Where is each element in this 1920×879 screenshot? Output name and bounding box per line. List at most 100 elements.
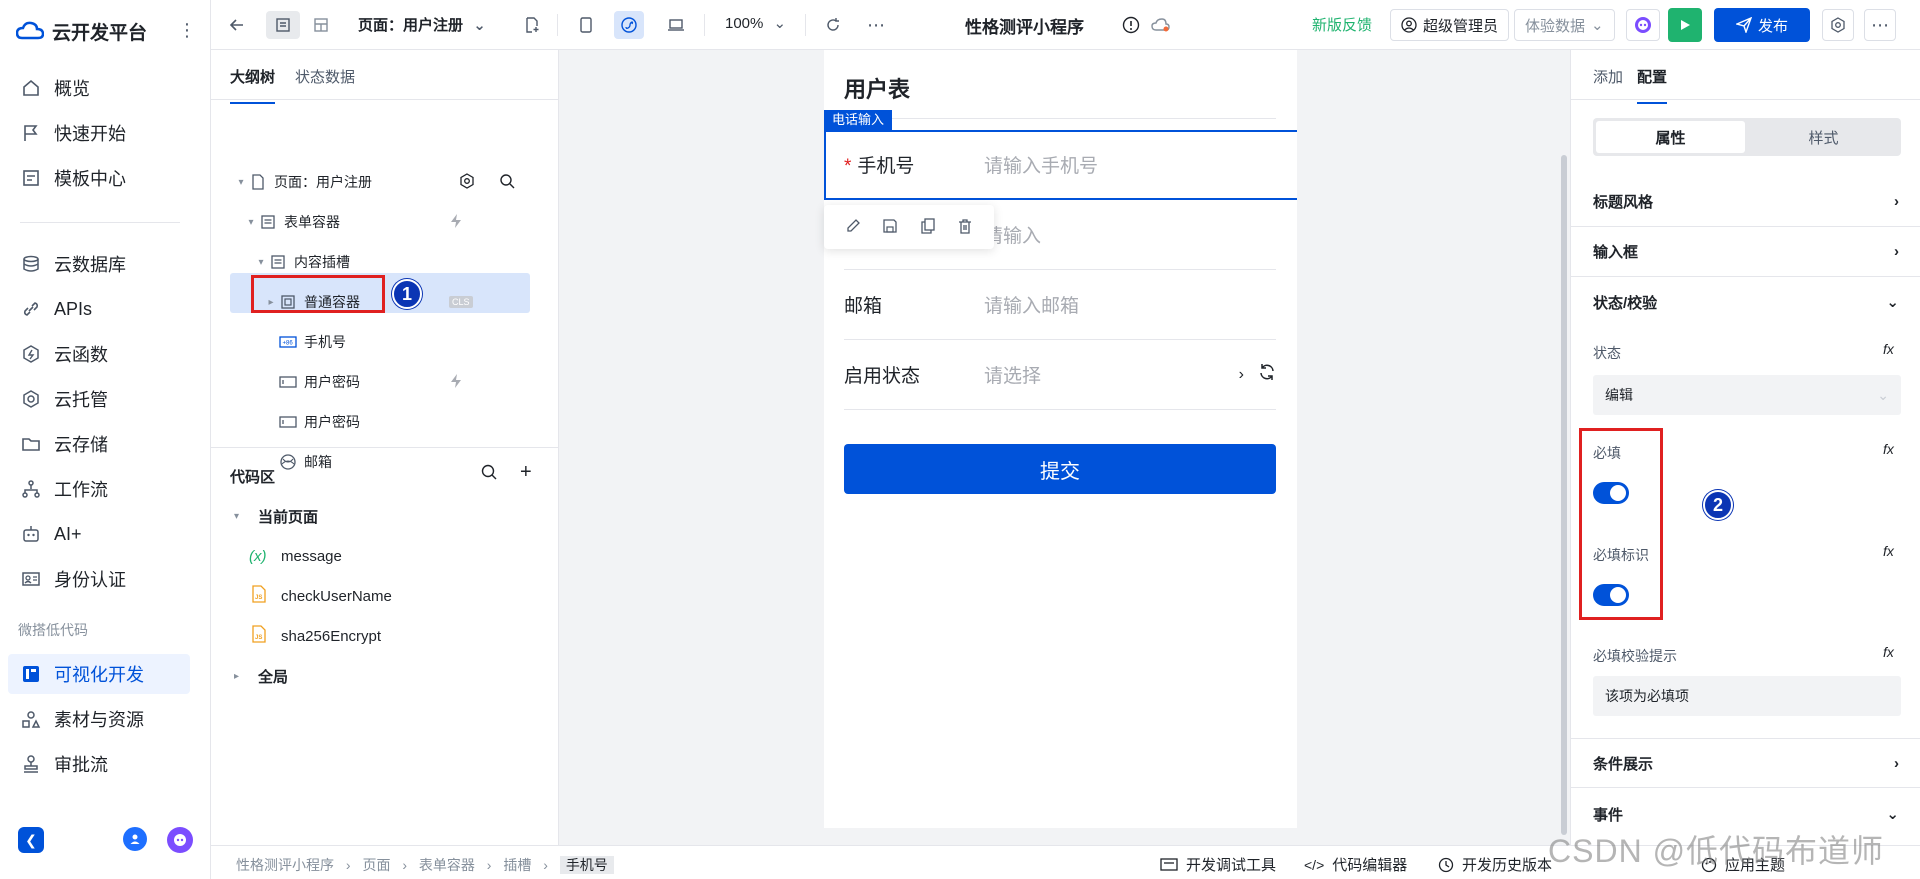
brand[interactable]: 云开发平台 bbox=[15, 16, 147, 46]
page-list-icon[interactable] bbox=[266, 11, 300, 39]
nav-item-database[interactable]: 云数据库 bbox=[8, 244, 190, 284]
tree-node-label: 页面：用户注册 bbox=[274, 174, 372, 190]
back-arrow-icon[interactable] bbox=[223, 11, 251, 39]
lightning-icon bbox=[449, 373, 463, 392]
tree-node-phone[interactable]: +86 手机号 bbox=[278, 323, 534, 361]
mobile-view-icon[interactable] bbox=[572, 11, 600, 39]
code-editor-button[interactable]: </> 代码编辑器 bbox=[1304, 854, 1407, 875]
miniprogram-view-icon[interactable] bbox=[614, 11, 644, 39]
search-icon[interactable] bbox=[499, 173, 515, 192]
submit-button[interactable]: 提交 bbox=[844, 444, 1276, 494]
nav-item-auth[interactable]: 身份认证 bbox=[8, 559, 190, 599]
zoom-select[interactable]: 100% ⌄ bbox=[725, 14, 786, 32]
section-input-box[interactable]: 输入框 › bbox=[1571, 227, 1920, 277]
fx-icon[interactable]: fx bbox=[1883, 644, 1894, 660]
more-vertical-icon[interactable]: ⋮ bbox=[178, 18, 196, 42]
data-mode-select[interactable]: 体验数据 ⌄ bbox=[1514, 9, 1615, 41]
save-icon[interactable] bbox=[882, 218, 898, 237]
section-title-style[interactable]: 标题风格 › bbox=[1571, 177, 1920, 227]
annotation-badge-1: 1 bbox=[392, 279, 422, 309]
refresh-icon[interactable] bbox=[1258, 363, 1276, 387]
tab-config[interactable]: 配置 bbox=[1637, 66, 1668, 104]
layout-icon[interactable] bbox=[304, 11, 338, 39]
nav-item-storage[interactable]: 云存储 bbox=[8, 424, 190, 464]
code-group-current-page[interactable]: ▾ 当前页面 bbox=[234, 498, 318, 534]
status-field[interactable]: 启用状态 请选择 › bbox=[844, 340, 1276, 410]
user-menu-button[interactable]: 超级管理员 bbox=[1390, 9, 1510, 41]
more-horizontal-icon[interactable]: ⋯ bbox=[862, 11, 890, 39]
canvas-scrollbar[interactable] bbox=[1561, 155, 1567, 835]
publish-label: 发布 bbox=[1757, 17, 1788, 35]
info-icon[interactable] bbox=[1119, 11, 1143, 39]
email-field[interactable]: 邮箱 请输入邮箱 bbox=[844, 270, 1276, 340]
more-menu-icon[interactable]: ⋯ bbox=[1864, 9, 1896, 41]
ai-assistant-icon[interactable] bbox=[167, 827, 193, 853]
nav-item-overview[interactable]: 概览 bbox=[8, 68, 190, 108]
nav-item-functions[interactable]: 云函数 bbox=[8, 334, 190, 374]
status-placeholder[interactable]: 请选择 bbox=[984, 361, 1239, 388]
fx-icon[interactable]: fx bbox=[1883, 441, 1894, 457]
code-item-message[interactable]: (x) message bbox=[249, 538, 342, 574]
ai-assistant-button[interactable] bbox=[1626, 9, 1660, 41]
user-avatar-icon[interactable] bbox=[123, 827, 147, 851]
debug-tools-button[interactable]: 开发调试工具 bbox=[1160, 854, 1276, 875]
tree-node-page[interactable]: ▾ 页面：用户注册 bbox=[234, 163, 534, 201]
design-canvas[interactable]: 用户表 * 手机号 请输入手机号 电话输入 请输入 邮箱 请输入邮箱 启用状态 请… bbox=[560, 50, 1570, 845]
properties-panel: 添加 配置 属性 样式 标题风格 › 输入框 › 状态/校验 ⌄ 状态 fx 编… bbox=[1570, 50, 1920, 845]
refresh-icon[interactable] bbox=[819, 11, 847, 39]
add-page-icon[interactable] bbox=[518, 11, 546, 39]
nav-item-quickstart[interactable]: 快速开始 bbox=[8, 113, 190, 153]
code-item-sha256[interactable]: JS sha256Encrypt bbox=[251, 618, 381, 654]
page-settings-icon[interactable] bbox=[459, 172, 475, 192]
run-preview-button[interactable] bbox=[1668, 8, 1702, 42]
caret-down-icon[interactable]: ▾ bbox=[254, 257, 268, 268]
caret-down-icon[interactable]: ▾ bbox=[234, 177, 248, 188]
nav-item-apis[interactable]: APIs bbox=[8, 289, 190, 329]
breadcrumb-item[interactable]: 性格测评小程序 bbox=[236, 857, 334, 873]
svg-text:+86: +86 bbox=[283, 341, 294, 347]
delete-icon[interactable] bbox=[957, 218, 973, 237]
desktop-view-icon[interactable] bbox=[662, 11, 690, 39]
edit-icon[interactable] bbox=[845, 218, 861, 237]
nav-item-approval[interactable]: 审批流 bbox=[8, 744, 190, 784]
tab-add[interactable]: 添加 bbox=[1593, 66, 1623, 87]
segment-attributes[interactable]: 属性 bbox=[1596, 121, 1745, 153]
breadcrumb-item[interactable]: 手机号 bbox=[559, 856, 614, 874]
collapse-sidebar-icon[interactable]: ❮ bbox=[18, 827, 44, 853]
tree-node-password-2[interactable]: 用户密码 bbox=[278, 403, 534, 441]
breadcrumb-item[interactable]: 页面 bbox=[362, 857, 390, 873]
add-code-icon[interactable]: + bbox=[520, 461, 532, 484]
nav-item-workflow[interactable]: 工作流 bbox=[8, 469, 190, 509]
tab-outline-tree[interactable]: 大纲树 bbox=[230, 66, 276, 104]
email-placeholder[interactable]: 请输入邮箱 bbox=[984, 291, 1079, 318]
nav-item-ai[interactable]: AI+ bbox=[8, 514, 190, 554]
code-item-checkusername[interactable]: JS checkUserName bbox=[251, 578, 392, 614]
fx-icon[interactable]: fx bbox=[1883, 341, 1894, 357]
breadcrumb-item[interactable]: 插槽 bbox=[503, 857, 531, 873]
code-group-global[interactable]: ▸ 全局 bbox=[234, 658, 288, 694]
caret-down-icon[interactable]: ▾ bbox=[244, 217, 258, 228]
publish-button[interactable]: 发布 bbox=[1714, 8, 1810, 42]
tree-node-form-container[interactable]: ▾ 表单容器 bbox=[244, 203, 534, 241]
nav-item-templates[interactable]: 模板中心 bbox=[8, 158, 190, 198]
required-hint-input[interactable]: 该项为必填项 bbox=[1593, 676, 1901, 716]
fx-icon[interactable]: fx bbox=[1883, 543, 1894, 559]
code-search-icon[interactable] bbox=[480, 463, 498, 484]
settings-icon[interactable] bbox=[1822, 9, 1854, 41]
breadcrumb-item[interactable]: 表单容器 bbox=[419, 857, 475, 873]
copy-icon[interactable] bbox=[920, 217, 936, 237]
feedback-link[interactable]: 新版反馈 bbox=[1312, 14, 1372, 35]
nav-item-assets[interactable]: 素材与资源 bbox=[8, 699, 190, 739]
tree-node-password[interactable]: 用户密码 bbox=[278, 363, 534, 401]
state-select[interactable]: 编辑 ⌄ bbox=[1593, 375, 1901, 415]
nav-item-visual-dev[interactable]: 可视化开发 bbox=[8, 654, 190, 694]
chevron-right-icon: › bbox=[1894, 193, 1899, 210]
page-selector[interactable]: 页面：用户注册 ⌄ bbox=[358, 14, 486, 35]
nav-item-hosting[interactable]: 云托管 bbox=[8, 379, 190, 419]
code-editor-label: 代码编辑器 bbox=[1332, 857, 1408, 874]
segment-style[interactable]: 样式 bbox=[1749, 121, 1898, 153]
section-conditional[interactable]: 条件展示 › bbox=[1571, 738, 1920, 788]
section-status-check[interactable]: 状态/校验 ⌄ bbox=[1571, 277, 1920, 327]
tab-state-data[interactable]: 状态数据 bbox=[295, 66, 355, 87]
history-button[interactable]: 开发历史版本 bbox=[1438, 854, 1552, 875]
